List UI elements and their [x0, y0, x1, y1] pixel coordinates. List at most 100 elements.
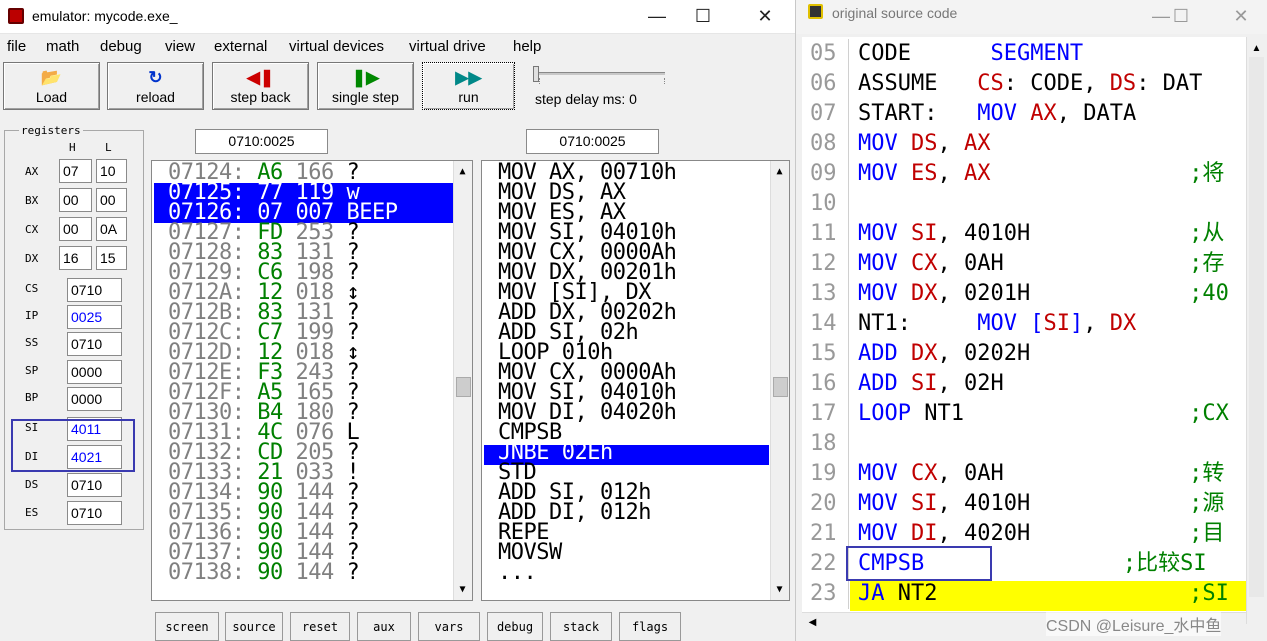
scroll-up-icon[interactable]: ▲: [1248, 40, 1265, 57]
line-number: 05: [810, 41, 837, 66]
disassembly-panel[interactable]: MOV AX, 00710h MOV DS, AX MOV ES, AX MOV SI…: [481, 160, 790, 601]
run-icon: ▶▶: [455, 68, 482, 87]
reg-bx-l[interactable]: 00: [96, 188, 127, 212]
registers-label: registers: [19, 124, 83, 137]
source-maximize-button[interactable]: ☐: [1158, 0, 1204, 34]
source-line[interactable]: 13 MOV DX, 0201H ;40: [802, 279, 1246, 309]
reg-ip-value[interactable]: 0025: [67, 305, 122, 329]
menu-help[interactable]: help: [513, 38, 541, 55]
line-code: MOV DS, AX: [858, 131, 991, 156]
run-button[interactable]: ▶▶ run: [422, 62, 515, 110]
source-button[interactable]: source: [225, 612, 283, 641]
menu-view[interactable]: view: [165, 38, 195, 55]
source-title-bar[interactable]: original source code — ☐ ✕: [796, 0, 1267, 34]
source-line[interactable]: 15 ADD DX, 0202H: [802, 339, 1246, 369]
memory-address-input[interactable]: 0710:0025: [195, 129, 328, 154]
reg-cx-l[interactable]: 0A: [96, 217, 127, 241]
source-line[interactable]: 05 CODE SEGMENT: [802, 39, 1246, 69]
flags-button[interactable]: flags: [619, 612, 681, 641]
line-code: MOV SI, 4010H ;源: [858, 491, 1225, 516]
menu-virtual-drive[interactable]: virtual drive: [409, 38, 486, 55]
step-back-button[interactable]: ◀❚ step back: [212, 62, 309, 110]
scroll-down-icon[interactable]: ▼: [771, 581, 788, 598]
menu-file[interactable]: file: [7, 38, 26, 55]
source-scroll-track[interactable]: [1249, 57, 1264, 597]
source-line[interactable]: 09 MOV ES, AX ;将: [802, 159, 1246, 189]
step-delay-slider[interactable]: [533, 66, 665, 86]
source-line[interactable]: 10: [802, 189, 1246, 219]
source-code-editor[interactable]: 05 CODE SEGMENT 06 ASSUME CS: CODE, DS: DAT…: [802, 37, 1246, 624]
watermark: CSDN @Leisure_水中鱼: [1046, 612, 1222, 636]
menu-math[interactable]: math: [46, 38, 79, 55]
vars-button[interactable]: vars: [418, 612, 480, 641]
line-code: CODE SEGMENT: [858, 41, 1084, 66]
run-label: run: [458, 89, 479, 105]
source-line[interactable]: 20 MOV SI, 4010H ;源: [802, 489, 1246, 519]
single-step-button[interactable]: ❚▶ single step: [317, 62, 414, 110]
reg-es-value[interactable]: 0710: [67, 501, 122, 525]
source-close-button[interactable]: ✕: [1218, 0, 1264, 34]
scroll-up-icon[interactable]: ▲: [454, 163, 471, 180]
source-window: original source code — ☐ ✕ 05 CODE SEGMEN…: [795, 0, 1267, 641]
disassembly-address-input[interactable]: 0710:0025: [526, 129, 659, 154]
stack-button[interactable]: stack: [550, 612, 612, 641]
source-line[interactable]: 18: [802, 429, 1246, 459]
screen-button[interactable]: screen: [155, 612, 219, 641]
memory-char: ?: [346, 560, 360, 585]
reg-cx-h[interactable]: 00: [59, 217, 92, 241]
memory-scroll-thumb[interactable]: [456, 377, 471, 397]
debug-button[interactable]: debug: [487, 612, 543, 641]
line-code: MOV SI, 4010H ;从: [858, 221, 1225, 246]
reload-button[interactable]: ↻ reload: [107, 62, 204, 110]
load-button[interactable]: 📂 Load: [3, 62, 100, 110]
memory-row[interactable]: 07138: 90 144 ?: [168, 560, 360, 585]
disassembly-scroll-thumb[interactable]: [773, 377, 788, 397]
scroll-up-icon[interactable]: ▲: [771, 163, 788, 180]
source-line[interactable]: 19 MOV CX, 0AH ;转: [802, 459, 1246, 489]
menu-virtual-devices[interactable]: virtual devices: [289, 38, 384, 55]
aux-button[interactable]: aux: [357, 612, 411, 641]
source-line[interactable]: 11 MOV SI, 4010H ;从: [802, 219, 1246, 249]
minimize-button[interactable]: —: [634, 0, 680, 34]
menu-debug[interactable]: debug: [100, 38, 142, 55]
scroll-left-icon[interactable]: ◀: [804, 614, 821, 631]
line-number: 20: [810, 491, 837, 516]
disassembly-row[interactable]: ...: [498, 562, 537, 584]
reload-label: reload: [136, 89, 175, 105]
line-code: MOV DI, 4020H ;目: [858, 521, 1225, 546]
memory-panel[interactable]: 07124: A6 166 ? 07125: 77 119 w 07126: 07 …: [151, 160, 473, 601]
source-line[interactable]: 16 ADD SI, 02H: [802, 369, 1246, 399]
source-line[interactable]: 08 MOV DS, AX: [802, 129, 1246, 159]
emulator-title-bar[interactable]: emulator: mycode.exe_ — ☐ ✕: [0, 0, 795, 34]
reg-dx-h[interactable]: 16: [59, 246, 92, 270]
source-vertical-scrollbar[interactable]: ▲: [1246, 37, 1266, 624]
reg-cx-label: CX: [25, 223, 39, 236]
source-line[interactable]: 06 ASSUME CS: CODE, DS: DAT: [802, 69, 1246, 99]
reg-sp-value[interactable]: 0000: [67, 360, 122, 384]
line-number: 23: [810, 581, 837, 606]
reg-bp-value[interactable]: 0000: [67, 387, 122, 411]
reg-bx-h[interactable]: 00: [59, 188, 92, 212]
reg-cs-value[interactable]: 0710: [67, 278, 122, 302]
disassembly-scrollbar[interactable]: ▲ ▼: [770, 161, 789, 600]
menu-external[interactable]: external: [214, 38, 267, 55]
reg-es-label: ES: [25, 506, 39, 519]
source-line[interactable]: 12 MOV CX, 0AH ;存: [802, 249, 1246, 279]
scroll-down-icon[interactable]: ▼: [454, 581, 471, 598]
reg-dx-l[interactable]: 15: [96, 246, 127, 270]
reg-ax-l[interactable]: 10: [96, 159, 127, 183]
reg-ss-value[interactable]: 0710: [67, 332, 122, 356]
source-line[interactable]: 23 JA NT2 ;SI: [802, 579, 1246, 609]
source-line[interactable]: 17 LOOP NT1 ;CX: [802, 399, 1246, 429]
gutter-separator: [848, 519, 849, 549]
source-line[interactable]: 21 MOV DI, 4020H ;目: [802, 519, 1246, 549]
close-button[interactable]: ✕: [742, 0, 788, 34]
reset-button[interactable]: reset: [290, 612, 350, 641]
reg-ax-h[interactable]: 07: [59, 159, 92, 183]
source-line[interactable]: 14 NT1: MOV [SI], DX: [802, 309, 1246, 339]
maximize-button[interactable]: ☐: [680, 0, 726, 34]
reg-ds-value[interactable]: 0710: [67, 473, 122, 497]
gutter-separator: [848, 399, 849, 429]
memory-scrollbar[interactable]: ▲ ▼: [453, 161, 472, 600]
source-line[interactable]: 07 START: MOV AX, DATA: [802, 99, 1246, 129]
